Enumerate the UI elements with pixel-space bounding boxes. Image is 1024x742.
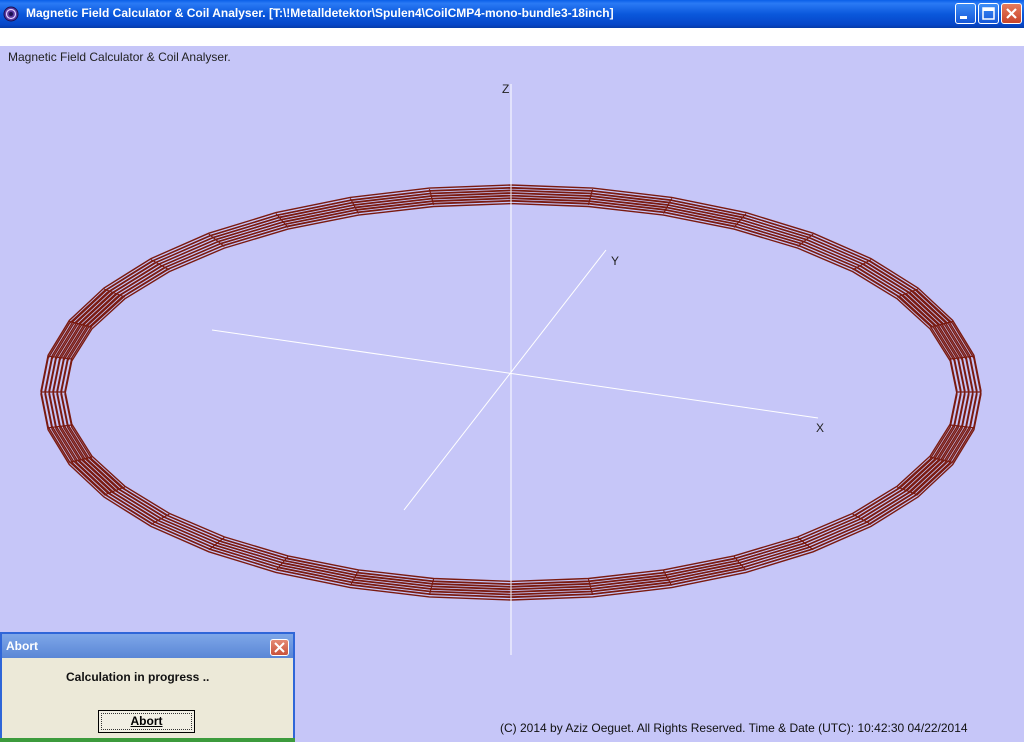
close-button[interactable]	[1001, 3, 1022, 24]
close-icon	[1006, 8, 1017, 19]
dialog-close-button[interactable]	[270, 639, 289, 656]
z-axis-label: Z	[502, 82, 509, 96]
copyright-footer: (C) 2014 by Aziz Oeguet. All Rights Rese…	[500, 721, 968, 735]
dialog-title: Abort	[6, 639, 38, 653]
maximize-icon	[982, 7, 995, 20]
menu-strip	[0, 28, 1024, 46]
dialog-title-bar: Abort	[2, 634, 293, 658]
taskbar-strip	[0, 738, 295, 742]
x-axis-label: X	[816, 421, 824, 435]
dialog-message: Calculation in progress ..	[66, 670, 210, 684]
minimize-icon	[960, 16, 967, 19]
y-axis-line	[403, 249, 607, 511]
x-axis-line	[211, 329, 819, 419]
title-bar: Magnetic Field Calculator & Coil Analyse…	[0, 0, 1024, 28]
minimize-button[interactable]	[955, 3, 976, 24]
maximize-button[interactable]	[978, 3, 999, 24]
abort-button[interactable]: Abort	[98, 710, 195, 733]
y-axis-label: Y	[611, 254, 619, 268]
close-icon	[274, 642, 285, 653]
app-icon[interactable]	[3, 6, 19, 22]
abort-dialog: Abort Calculation in progress .. Abort	[0, 632, 295, 742]
canvas-heading: Magnetic Field Calculator & Coil Analyse…	[8, 50, 231, 64]
window-title: Magnetic Field Calculator & Coil Analyse…	[26, 6, 614, 20]
